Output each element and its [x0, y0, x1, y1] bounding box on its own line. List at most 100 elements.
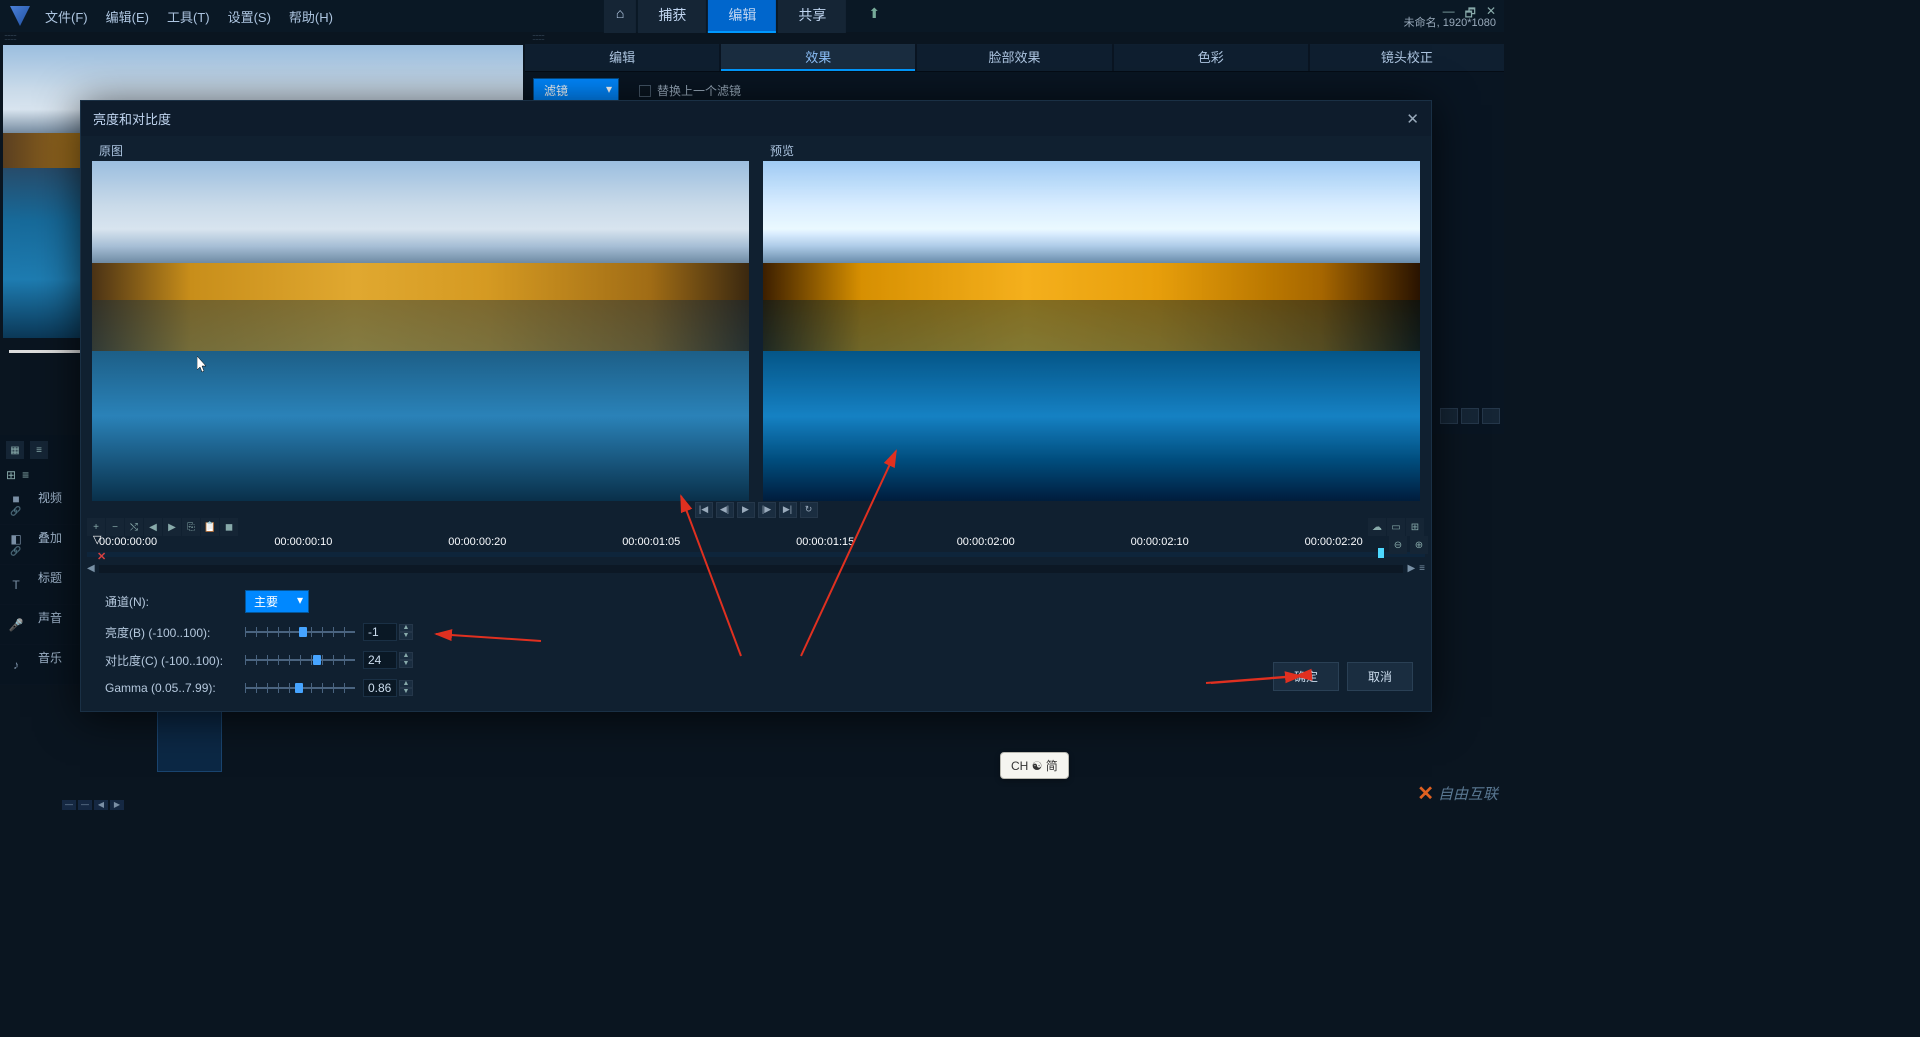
- watermark-text: 自由互联: [1438, 783, 1498, 804]
- tl-scroll-track[interactable]: [99, 565, 1404, 573]
- tl-tick-6: 00:00:02:10: [1131, 536, 1189, 548]
- contrast-value[interactable]: 24: [363, 651, 397, 669]
- checkbox-icon[interactable]: [639, 85, 651, 97]
- track-tool-icon[interactable]: ⊞: [6, 468, 16, 482]
- panel-grip-row: :::::::: ::::::::: [0, 32, 1504, 44]
- track-tool-icon-2[interactable]: ≡: [22, 468, 29, 482]
- track-video-label: 视频: [32, 485, 82, 524]
- track-title-label: 标题: [32, 565, 82, 604]
- tab-upload[interactable]: ⬆: [848, 0, 900, 33]
- title-track-icon: T: [12, 578, 19, 592]
- loop-button[interactable]: ↻: [800, 502, 818, 518]
- props-tab-edit[interactable]: 编辑: [525, 44, 719, 71]
- props-tab-color[interactable]: 色彩: [1114, 44, 1308, 71]
- props-tab-lens[interactable]: 镜头校正: [1310, 44, 1504, 71]
- dialog-titlebar[interactable]: 亮度和对比度 ✕: [81, 101, 1431, 136]
- goto-start-button[interactable]: |◀: [695, 502, 713, 518]
- channel-dropdown[interactable]: 主要: [245, 590, 309, 613]
- kf-goto-next-button[interactable]: ▶: [163, 518, 181, 536]
- tab-share[interactable]: 共享: [778, 0, 846, 33]
- kf-remove-button[interactable]: −: [106, 518, 124, 536]
- step-back-button[interactable]: ◀|: [716, 502, 734, 518]
- bs-left-arrow[interactable]: ◀: [94, 800, 108, 810]
- tl-tick-7: 00:00:02:20: [1305, 536, 1363, 548]
- view-icon-1[interactable]: [1440, 408, 1458, 424]
- timeline-track[interactable]: [87, 552, 1425, 557]
- keyframe-marker[interactable]: ✕: [97, 550, 106, 563]
- bs-seg-1[interactable]: —: [62, 800, 76, 810]
- timeline-end-handle[interactable]: [1378, 548, 1384, 558]
- tab-capture[interactable]: 捕获: [638, 0, 706, 33]
- gamma-spinner[interactable]: ▲▼: [399, 680, 413, 696]
- bs-seg-2[interactable]: —: [78, 800, 92, 810]
- track-overlay-label: 叠加: [32, 525, 82, 564]
- dialog-image-row: 原图 预览: [81, 136, 1431, 501]
- track-video[interactable]: ■🔗 视频: [0, 485, 82, 525]
- contrast-slider[interactable]: [245, 652, 355, 668]
- tl-tick-1: 00:00:00:10: [274, 536, 332, 548]
- track-overlay[interactable]: ◧🔗 叠加: [0, 525, 82, 565]
- menu-file[interactable]: 文件(F): [45, 7, 88, 26]
- brightness-spinner[interactable]: ▲▼: [399, 624, 413, 640]
- timeline-icon[interactable]: ≡: [30, 441, 48, 459]
- menu-edit[interactable]: 编辑(E): [106, 7, 149, 26]
- brightness-value[interactable]: -1: [363, 623, 397, 641]
- view-icon-2[interactable]: [1461, 408, 1479, 424]
- cancel-button[interactable]: 取消: [1347, 662, 1413, 691]
- project-stats-label: 未命名, 1920*1080: [1404, 14, 1496, 30]
- props-tab-effect[interactable]: 效果: [721, 44, 915, 71]
- right-view-icons: [1440, 408, 1500, 424]
- gamma-slider[interactable]: [245, 680, 355, 696]
- music-track-icon: ♪: [13, 658, 19, 672]
- tab-edit[interactable]: 编辑: [708, 0, 776, 33]
- timeline-scroll-row: ◀ ▶ ≡: [81, 562, 1431, 576]
- tl-scroll-right[interactable]: ▶: [1407, 563, 1415, 574]
- kf-copy-button[interactable]: ⎘: [182, 518, 200, 536]
- workflow-tabs: ⌂ 捕获 编辑 共享 ⬆: [604, 0, 900, 33]
- zoom-in-button[interactable]: ⊕: [1410, 536, 1428, 554]
- dialog-timeline[interactable]: 00:00:00:00 ✕ 00:00:00:10 00:00:00:20 00…: [87, 536, 1425, 561]
- gamma-label: Gamma (0.05..7.99):: [105, 681, 245, 695]
- track-title[interactable]: T 标题: [0, 565, 82, 605]
- view-icon-3[interactable]: [1482, 408, 1500, 424]
- tl-tool-b[interactable]: ▭: [1387, 518, 1405, 536]
- bs-right-arrow[interactable]: ▶: [110, 800, 124, 810]
- kf-tool-8[interactable]: ◼: [220, 518, 238, 536]
- ok-button[interactable]: 确定: [1273, 662, 1339, 691]
- props-tab-face[interactable]: 脸部效果: [917, 44, 1111, 71]
- tl-tick-2: 00:00:00:20: [448, 536, 506, 548]
- grip-dots-right[interactable]: ::::::::: [525, 32, 544, 44]
- replace-filter-checkbox[interactable]: 替换上一个滤镜: [639, 82, 741, 99]
- zoom-out-button[interactable]: ⊖: [1389, 536, 1407, 554]
- tl-scroll-left[interactable]: ◀: [87, 563, 95, 574]
- tl-tool-c[interactable]: ⊞: [1406, 518, 1424, 536]
- tab-home[interactable]: ⌂: [604, 0, 636, 33]
- track-header-row: ▦ ≡: [0, 435, 82, 465]
- kf-reverse-button[interactable]: ⤭: [125, 518, 143, 536]
- track-sound[interactable]: 🎤 声音: [0, 605, 82, 645]
- menu-help[interactable]: 帮助(H): [289, 7, 333, 26]
- preview-image[interactable]: [763, 161, 1419, 501]
- menu-tools[interactable]: 工具(T): [167, 7, 210, 26]
- kf-paste-button[interactable]: 📋: [201, 518, 219, 536]
- gamma-value[interactable]: 0.86: [363, 679, 397, 697]
- tl-options-button[interactable]: ≡: [1419, 563, 1425, 574]
- storyboard-icon[interactable]: ▦: [6, 441, 24, 459]
- menu-settings[interactable]: 设置(S): [228, 7, 271, 26]
- ime-badge[interactable]: CH ☯ 简: [1000, 752, 1069, 779]
- brightness-slider[interactable]: [245, 624, 355, 640]
- contrast-spinner[interactable]: ▲▼: [399, 652, 413, 668]
- original-image[interactable]: [92, 161, 748, 501]
- track-sound-label: 声音: [32, 605, 82, 644]
- tracks-column: ▦ ≡ ⊞ ≡ ■🔗 视频 ◧🔗 叠加 T 标题 🎤 声音 ♪ 音乐: [0, 435, 82, 685]
- step-forward-button[interactable]: |▶: [758, 502, 776, 518]
- grip-dots-left[interactable]: ::::::::: [0, 32, 525, 44]
- goto-end-button[interactable]: ▶|: [779, 502, 797, 518]
- track-music[interactable]: ♪ 音乐: [0, 645, 82, 685]
- timeline-playhead[interactable]: 00:00:00:00: [99, 536, 157, 548]
- kf-goto-prev-button[interactable]: ◀: [144, 518, 162, 536]
- timeline-clip[interactable]: [157, 710, 222, 772]
- tl-tool-a[interactable]: ☁: [1368, 518, 1386, 536]
- dialog-close-button[interactable]: ✕: [1406, 110, 1419, 128]
- play-button[interactable]: ▶: [737, 502, 755, 518]
